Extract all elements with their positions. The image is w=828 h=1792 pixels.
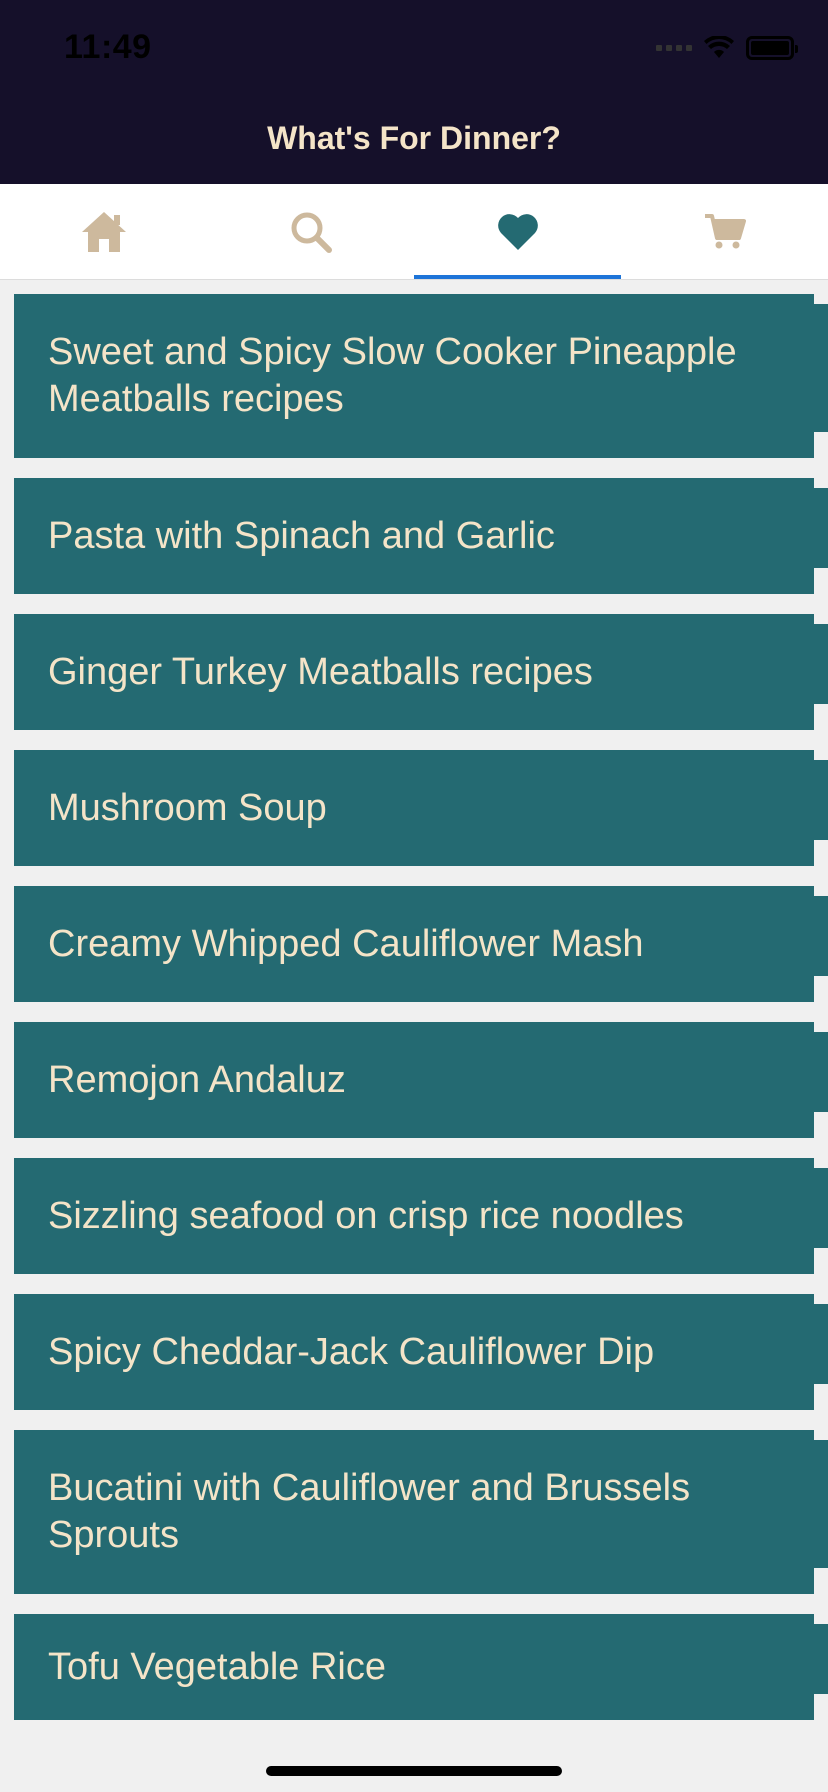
list-item[interactable]: Mushroom Soup <box>14 750 828 866</box>
tab-cart[interactable] <box>621 184 828 279</box>
recipe-title: Tofu Vegetable Rice <box>48 1645 387 1688</box>
recipe-title: Mushroom Soup <box>48 786 327 829</box>
search-icon <box>291 212 332 253</box>
tab-bar <box>0 184 828 280</box>
recipe-title: Remojon Andaluz <box>48 1058 346 1101</box>
battery-icon <box>746 36 798 60</box>
cellular-signal-icon <box>656 45 692 51</box>
recipe-title: Creamy Whipped Cauliflower Mash <box>48 922 644 965</box>
list-item[interactable]: Sweet and Spicy Slow Cooker Pineapple Me… <box>14 294 828 458</box>
list-item[interactable]: Pasta with Spinach and Garlic <box>14 478 828 594</box>
list-item[interactable]: Tofu Vegetable Rice <box>14 1614 828 1720</box>
cart-icon <box>704 213 746 248</box>
recipe-title: Ginger Turkey Meatballs recipes <box>48 650 593 693</box>
list-item[interactable]: Ginger Turkey Meatballs recipes <box>14 614 828 730</box>
home-indicator[interactable] <box>266 1766 562 1776</box>
wifi-icon <box>704 36 734 58</box>
tab-favorites[interactable] <box>414 184 621 279</box>
status-icons <box>656 36 798 60</box>
recipe-title: Sizzling seafood on crisp rice noodles <box>48 1194 684 1237</box>
tab-home[interactable] <box>0 184 207 279</box>
list-item[interactable]: Spicy Cheddar-Jack Cauliflower Dip <box>14 1294 828 1410</box>
tab-search[interactable] <box>207 184 414 279</box>
list-item[interactable]: Remojon Andaluz <box>14 1022 828 1138</box>
app-screen: 11:49 What's For Dinner? Sweet and Spicy… <box>0 0 828 1792</box>
list-item[interactable]: Creamy Whipped Cauliflower Mash <box>14 886 828 1002</box>
recipe-title: Pasta with Spinach and Garlic <box>48 514 555 557</box>
page-title: What's For Dinner? <box>267 120 561 156</box>
list-item[interactable]: Bucatini with Cauliflower and Brussels S… <box>14 1430 828 1594</box>
recipe-title: Spicy Cheddar-Jack Cauliflower Dip <box>48 1330 655 1373</box>
recipe-title: Sweet and Spicy Slow Cooker Pineapple Me… <box>48 331 737 420</box>
list-item[interactable]: Sizzling seafood on crisp rice noodles <box>14 1158 828 1274</box>
status-time: 11:49 <box>64 28 152 66</box>
heart-icon <box>497 213 538 250</box>
recipe-title: Bucatini with Cauliflower and Brussels S… <box>48 1467 691 1556</box>
home-icon <box>81 211 126 252</box>
app-header: 11:49 What's For Dinner? <box>0 0 828 184</box>
